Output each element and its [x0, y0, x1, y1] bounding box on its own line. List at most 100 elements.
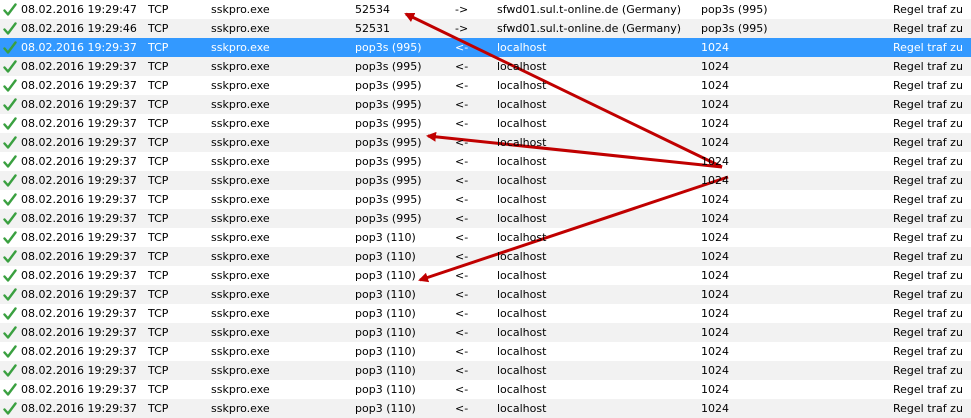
log-protocol: TCP	[148, 41, 169, 54]
checkmark-icon	[3, 323, 17, 342]
log-remote-port: 1024	[701, 155, 729, 168]
log-row[interactable]: 08.02.2016 19:29:37 TCP sskpro.exe pop3 (11…	[0, 266, 971, 285]
log-process: sskpro.exe	[211, 307, 270, 320]
log-time: 08.02.2016 19:29:37	[21, 250, 137, 263]
log-time: 08.02.2016 19:29:37	[21, 155, 137, 168]
log-remote-port: 1024	[701, 136, 729, 149]
checkmark-icon	[3, 38, 17, 57]
log-process: sskpro.exe	[211, 383, 270, 396]
log-direction: <-	[455, 117, 469, 130]
log-row[interactable]: 08.02.2016 19:29:37 TCP sskpro.exe pop3 (11…	[0, 228, 971, 247]
log-local-port: pop3s (995)	[355, 136, 422, 149]
log-rule: Regel traf zu	[893, 98, 963, 111]
log-rule: Regel traf zu	[893, 288, 963, 301]
log-row[interactable]: 08.02.2016 19:29:37 TCP sskpro.exe pop3s (9…	[0, 133, 971, 152]
checkmark-icon	[3, 247, 17, 266]
log-protocol: TCP	[148, 60, 169, 73]
log-local-port: 52531	[355, 22, 390, 35]
log-time: 08.02.2016 19:29:37	[21, 364, 137, 377]
log-rule: Regel traf zu	[893, 402, 963, 415]
log-process: sskpro.exe	[211, 155, 270, 168]
log-remote-port: 1024	[701, 364, 729, 377]
log-row[interactable]: 08.02.2016 19:29:37 TCP sskpro.exe pop3 (11…	[0, 399, 971, 418]
log-remote-port: 1024	[701, 79, 729, 92]
log-host: localhost	[497, 212, 547, 225]
log-host: localhost	[497, 193, 547, 206]
log-time: 08.02.2016 19:29:37	[21, 79, 137, 92]
log-protocol: TCP	[148, 193, 169, 206]
log-time: 08.02.2016 19:29:37	[21, 193, 137, 206]
log-host: localhost	[497, 136, 547, 149]
log-row[interactable]: 08.02.2016 19:29:37 TCP sskpro.exe pop3s (9…	[0, 57, 971, 76]
log-row[interactable]: 08.02.2016 19:29:37 TCP sskpro.exe pop3s (9…	[0, 76, 971, 95]
log-row[interactable]: 08.02.2016 19:29:37 TCP sskpro.exe pop3s (9…	[0, 95, 971, 114]
log-host: localhost	[497, 60, 547, 73]
log-process: sskpro.exe	[211, 79, 270, 92]
log-row[interactable]: 08.02.2016 19:29:37 TCP sskpro.exe pop3 (11…	[0, 380, 971, 399]
log-local-port: pop3 (110)	[355, 307, 416, 320]
log-protocol: TCP	[148, 22, 169, 35]
log-row[interactable]: 08.02.2016 19:29:47 TCP sskpro.exe 52534 -> s…	[0, 0, 971, 19]
log-host: localhost	[497, 98, 547, 111]
log-process: sskpro.exe	[211, 117, 270, 130]
checkmark-icon	[3, 152, 17, 171]
log-row[interactable]: 08.02.2016 19:29:37 TCP sskpro.exe pop3s (9…	[0, 114, 971, 133]
log-rule: Regel traf zu	[893, 326, 963, 339]
log-time: 08.02.2016 19:29:37	[21, 231, 137, 244]
checkmark-icon	[3, 399, 17, 418]
log-direction: <-	[455, 231, 469, 244]
log-remote-port: pop3s (995)	[701, 22, 768, 35]
log-row[interactable]: 08.02.2016 19:29:37 TCP sskpro.exe pop3s (9…	[0, 209, 971, 228]
log-row[interactable]: 08.02.2016 19:29:37 TCP sskpro.exe pop3 (11…	[0, 361, 971, 380]
log-row-selected[interactable]: 08.02.2016 19:29:37 TCP sskpro.exe pop3s (9…	[0, 38, 971, 57]
log-rule: Regel traf zu	[893, 193, 963, 206]
log-row[interactable]: 08.02.2016 19:29:37 TCP sskpro.exe pop3 (11…	[0, 285, 971, 304]
log-protocol: TCP	[148, 383, 169, 396]
log-row[interactable]: 08.02.2016 19:29:37 TCP sskpro.exe pop3s (9…	[0, 190, 971, 209]
log-protocol: TCP	[148, 402, 169, 415]
log-rule: Regel traf zu	[893, 307, 963, 320]
log-row[interactable]: 08.02.2016 19:29:37 TCP sskpro.exe pop3 (11…	[0, 323, 971, 342]
log-protocol: TCP	[148, 269, 169, 282]
log-remote-port: 1024	[701, 250, 729, 263]
log-row[interactable]: 08.02.2016 19:29:37 TCP sskpro.exe pop3s (9…	[0, 171, 971, 190]
log-remote-port: 1024	[701, 41, 729, 54]
log-time: 08.02.2016 19:29:37	[21, 212, 137, 225]
log-local-port: pop3s (995)	[355, 98, 422, 111]
log-time: 08.02.2016 19:29:37	[21, 41, 137, 54]
log-time: 08.02.2016 19:29:37	[21, 174, 137, 187]
log-protocol: TCP	[148, 174, 169, 187]
log-host: localhost	[497, 41, 547, 54]
log-local-port: pop3 (110)	[355, 231, 416, 244]
log-time: 08.02.2016 19:29:37	[21, 269, 137, 282]
checkmark-icon	[3, 285, 17, 304]
log-host: localhost	[497, 231, 547, 244]
log-row[interactable]: 08.02.2016 19:29:46 TCP sskpro.exe 52531 -> s…	[0, 19, 971, 38]
log-process: sskpro.exe	[211, 136, 270, 149]
log-rule: Regel traf zu	[893, 250, 963, 263]
log-remote-port: 1024	[701, 231, 729, 244]
log-protocol: TCP	[148, 307, 169, 320]
log-remote-port: 1024	[701, 117, 729, 130]
checkmark-icon	[3, 380, 17, 399]
log-row[interactable]: 08.02.2016 19:29:37 TCP sskpro.exe pop3 (11…	[0, 342, 971, 361]
connection-log-list: 08.02.2016 19:29:47 TCP sskpro.exe 52534 -> s…	[0, 0, 971, 418]
log-rule: Regel traf zu	[893, 60, 963, 73]
log-local-port: pop3s (995)	[355, 212, 422, 225]
checkmark-icon	[3, 171, 17, 190]
log-host: localhost	[497, 402, 547, 415]
log-host: localhost	[497, 174, 547, 187]
log-time: 08.02.2016 19:29:37	[21, 402, 137, 415]
log-protocol: TCP	[148, 364, 169, 377]
log-row[interactable]: 08.02.2016 19:29:37 TCP sskpro.exe pop3s (9…	[0, 152, 971, 171]
log-row[interactable]: 08.02.2016 19:29:37 TCP sskpro.exe pop3 (11…	[0, 304, 971, 323]
log-time: 08.02.2016 19:29:37	[21, 307, 137, 320]
log-local-port: pop3 (110)	[355, 288, 416, 301]
log-row[interactable]: 08.02.2016 19:29:37 TCP sskpro.exe pop3 (11…	[0, 247, 971, 266]
log-time: 08.02.2016 19:29:37	[21, 117, 137, 130]
log-direction: <-	[455, 41, 469, 54]
log-remote-port: pop3s (995)	[701, 3, 768, 16]
log-process: sskpro.exe	[211, 402, 270, 415]
log-local-port: pop3s (995)	[355, 41, 422, 54]
log-direction: <-	[455, 174, 469, 187]
